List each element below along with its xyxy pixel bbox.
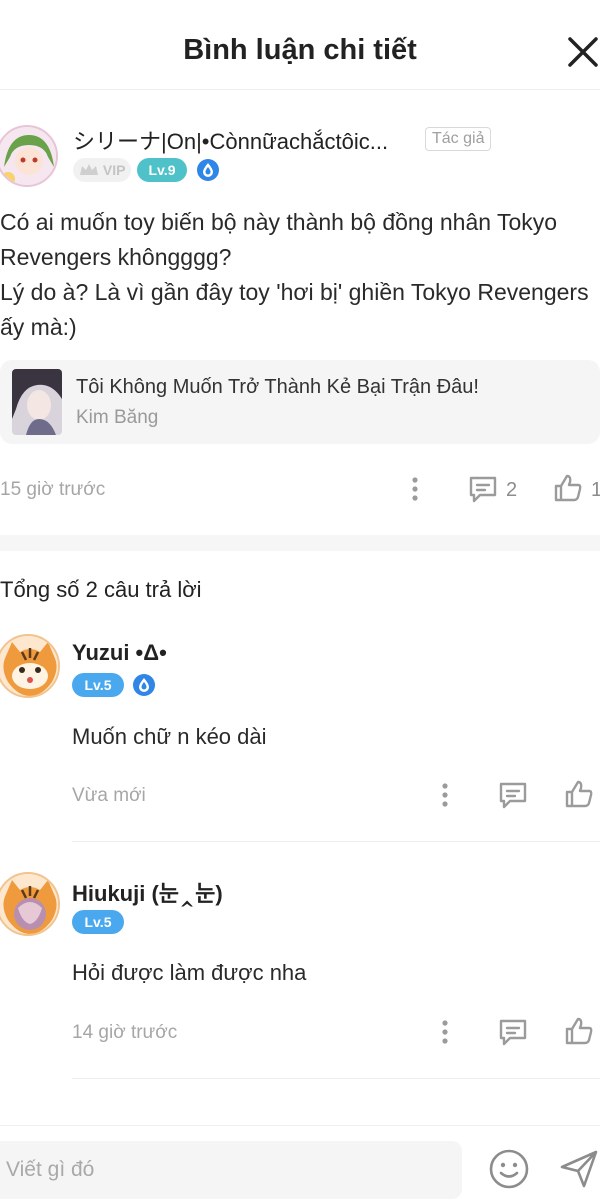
post-body: Có ai muốn toy biến bộ này thành bộ đồng… bbox=[0, 205, 600, 345]
header: Bình luận chi tiết bbox=[0, 0, 600, 90]
book-title: Tôi Không Muốn Trở Thành Kẻ Bại Trận Đâu… bbox=[76, 376, 479, 398]
reply-time: Vừa mới bbox=[72, 785, 146, 806]
author-name[interactable]: シリーナ|On|•Cònnữachắctôic... bbox=[73, 124, 413, 156]
post-line: Revengers khôngggg? bbox=[0, 244, 232, 270]
reply-avatar[interactable] bbox=[0, 634, 60, 698]
like-count: 1 bbox=[591, 479, 600, 501]
section-divider bbox=[0, 535, 600, 551]
more-icon[interactable] bbox=[434, 1017, 456, 1052]
reply-avatar[interactable] bbox=[0, 872, 60, 936]
reply-time: 14 giờ trước bbox=[72, 1022, 178, 1043]
water-drop-icon bbox=[197, 159, 219, 181]
like-icon[interactable] bbox=[563, 778, 595, 815]
author-avatar[interactable] bbox=[0, 125, 58, 187]
close-icon[interactable] bbox=[565, 34, 600, 70]
reply-author-name[interactable]: Hiukuji (눈‸눈) bbox=[72, 876, 223, 908]
comment-input[interactable] bbox=[0, 1141, 462, 1199]
more-icon[interactable] bbox=[404, 474, 426, 509]
comment-icon[interactable] bbox=[497, 779, 529, 816]
level-badge: Lv.9 bbox=[137, 158, 187, 182]
like-icon[interactable] bbox=[552, 472, 584, 509]
reply-divider bbox=[72, 841, 600, 842]
emoji-icon[interactable] bbox=[488, 1148, 530, 1195]
level-badge: Lv.5 bbox=[72, 910, 124, 934]
reply-text: Muốn chữ n kéo dài bbox=[72, 724, 267, 749]
post-line: Lý do à? Là vì gần đây toy 'hơi bị' ghiề… bbox=[0, 279, 589, 305]
book-cover-image bbox=[12, 369, 62, 435]
like-icon[interactable] bbox=[563, 1015, 595, 1052]
send-icon[interactable] bbox=[558, 1148, 600, 1195]
comment-icon[interactable] bbox=[497, 1016, 529, 1053]
post-line: Có ai muốn toy biến bộ này thành bộ đồng… bbox=[0, 209, 558, 235]
page-title: Bình luận chi tiết bbox=[183, 34, 417, 66]
composer-bar bbox=[0, 1125, 600, 1201]
vip-badge: VIP bbox=[73, 158, 131, 182]
book-card[interactable]: Tôi Không Muốn Trở Thành Kẻ Bại Trận Đâu… bbox=[0, 360, 600, 444]
post-time: 15 giờ trước bbox=[0, 479, 106, 500]
more-icon[interactable] bbox=[434, 780, 456, 815]
crown-icon bbox=[80, 164, 98, 175]
replies-total: Tổng số 2 câu trả lời bbox=[0, 577, 202, 602]
comment-icon[interactable] bbox=[467, 473, 499, 510]
reply-text: Hỏi được làm được nha bbox=[72, 960, 307, 985]
reply-author-name[interactable]: Yuzui •Δ• bbox=[72, 640, 167, 666]
vip-label: VIP bbox=[102, 162, 126, 178]
post-line: ấy mà:) bbox=[0, 314, 77, 340]
comment-count: 2 bbox=[506, 479, 518, 501]
water-drop-icon bbox=[133, 674, 155, 696]
book-author: Kim Băng bbox=[76, 407, 159, 428]
reply-divider bbox=[72, 1078, 600, 1079]
level-badge: Lv.5 bbox=[72, 673, 124, 697]
author-tag: Tác giả bbox=[425, 127, 492, 151]
